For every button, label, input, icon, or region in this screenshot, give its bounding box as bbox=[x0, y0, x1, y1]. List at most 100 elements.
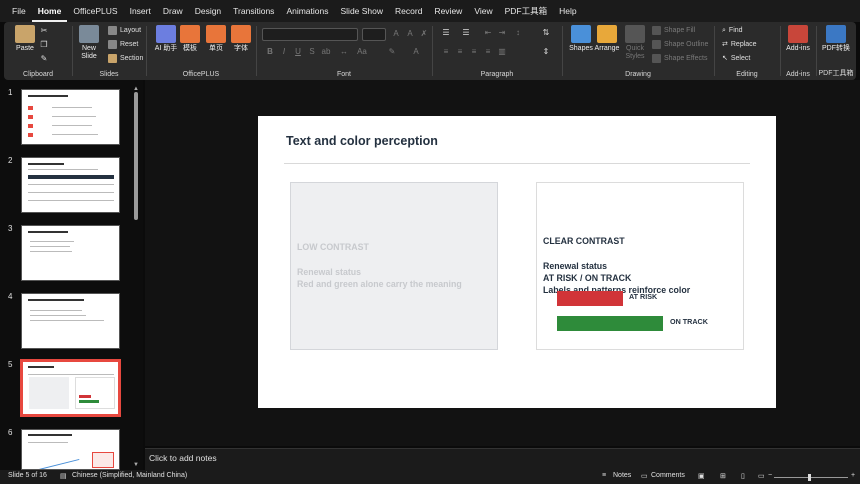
slides-group: New Slide Layout Reset Section Slides bbox=[72, 22, 146, 80]
thumb-line bbox=[30, 246, 70, 247]
increase-indent-icon[interactable]: ⇥ bbox=[496, 28, 508, 37]
paste-button[interactable]: Paste bbox=[10, 25, 40, 53]
pdf-group: PDF转换 PDF工具箱 bbox=[816, 22, 856, 80]
comments-toggle[interactable]: Comments bbox=[651, 472, 685, 479]
zoom-slider[interactable] bbox=[774, 477, 848, 478]
slide-thumbnail-4[interactable] bbox=[21, 293, 120, 349]
align-center-icon[interactable]: ≡ bbox=[454, 47, 466, 56]
menu-view[interactable]: View bbox=[468, 0, 498, 22]
thumb-line bbox=[28, 184, 114, 185]
columns-icon[interactable]: ▥ bbox=[496, 47, 508, 56]
slide-thumbnail-6[interactable] bbox=[21, 429, 120, 470]
slide-counter: Slide 5 of 16 bbox=[8, 472, 47, 479]
clear-format-icon[interactable]: ✗ bbox=[418, 29, 430, 38]
menu-draw[interactable]: Draw bbox=[157, 0, 189, 22]
font-size-field[interactable] bbox=[362, 28, 386, 41]
menu-animations[interactable]: Animations bbox=[280, 0, 334, 22]
char-spacing-icon[interactable]: ↔ bbox=[338, 47, 350, 56]
clear-contrast-panel[interactable]: CLEAR CONTRAST Renewal status AT RISK / … bbox=[536, 182, 744, 350]
thumb-number: 5 bbox=[8, 360, 13, 369]
menu-record[interactable]: Record bbox=[389, 0, 428, 22]
cut-icon[interactable]: ✂ bbox=[38, 26, 50, 35]
normal-view-icon[interactable]: ▣ bbox=[698, 472, 705, 480]
slide[interactable]: Text and color perception LOW CONTRAST R… bbox=[258, 116, 776, 408]
reset-button[interactable]: Reset bbox=[108, 39, 138, 51]
increase-font-icon[interactable]: A bbox=[390, 29, 402, 38]
spelling-icon[interactable]: ▤ bbox=[60, 472, 67, 480]
scroll-down-icon[interactable]: ▼ bbox=[133, 462, 139, 468]
align-left-icon[interactable]: ≡ bbox=[440, 47, 452, 56]
bullets-icon[interactable]: ☰ bbox=[440, 28, 452, 37]
zoom-slider-knob[interactable] bbox=[808, 474, 811, 481]
shadow-icon[interactable]: S bbox=[306, 47, 318, 56]
thumb-table-header bbox=[28, 175, 114, 179]
new-slide-button[interactable]: New Slide bbox=[74, 25, 104, 61]
menu-home[interactable]: Home bbox=[31, 0, 68, 22]
bold-icon[interactable]: B bbox=[264, 47, 276, 56]
thumb-line bbox=[28, 200, 114, 201]
copy-icon[interactable]: ❐ bbox=[38, 40, 50, 49]
shape-outline-button[interactable]: Shape Outline bbox=[652, 39, 708, 51]
scroll-thumb[interactable] bbox=[134, 92, 138, 220]
zoom-out-icon[interactable]: − bbox=[768, 472, 772, 479]
decrease-indent-icon[interactable]: ⇤ bbox=[482, 28, 494, 37]
select-label: Select bbox=[730, 55, 751, 62]
highlight-icon[interactable]: ✎ bbox=[386, 47, 398, 56]
numbering-icon[interactable]: ☰ bbox=[460, 28, 472, 37]
select-button[interactable]: ↖ Select bbox=[722, 53, 750, 65]
menu-help[interactable]: Help bbox=[553, 0, 582, 22]
shape-fill-button[interactable]: Shape Fill bbox=[652, 25, 695, 37]
slide-title[interactable]: Text and color perception bbox=[286, 134, 438, 148]
align-right-icon[interactable]: ≡ bbox=[468, 47, 480, 56]
find-button[interactable]: ⌕ Find bbox=[722, 25, 743, 37]
quick-styles-button[interactable]: Quick Styles bbox=[620, 25, 650, 61]
arrange-button[interactable]: Arrange bbox=[592, 25, 622, 53]
menu-transitions[interactable]: Transitions bbox=[227, 0, 280, 22]
font-tool-button[interactable]: 字体 bbox=[226, 25, 256, 53]
format-painter-icon[interactable]: ✎ bbox=[38, 54, 50, 63]
slide-thumbnail-2[interactable] bbox=[21, 157, 120, 213]
ai-label: AI 助手 bbox=[154, 45, 178, 52]
font-name-field[interactable] bbox=[262, 28, 358, 41]
align-text-icon[interactable]: ⇕ bbox=[540, 47, 552, 56]
arrange-icon bbox=[597, 25, 617, 43]
reading-view-icon[interactable]: ▯ bbox=[741, 472, 745, 480]
menu-officeplus[interactable]: OfficePLUS bbox=[67, 0, 123, 22]
layout-button[interactable]: Layout bbox=[108, 25, 141, 37]
addins-button[interactable]: Add-ins bbox=[783, 25, 813, 53]
layout-icon bbox=[108, 25, 117, 35]
italic-icon[interactable]: I bbox=[278, 47, 290, 56]
change-case-icon[interactable]: Aa bbox=[356, 47, 368, 56]
shape-effects-button[interactable]: Shape Effects bbox=[652, 53, 707, 65]
thumb-clear-panel bbox=[75, 377, 115, 409]
slide-show-icon[interactable]: ▭ bbox=[758, 472, 765, 480]
zoom-in-icon[interactable]: + bbox=[851, 472, 855, 479]
slide-thumbnail-3[interactable] bbox=[21, 225, 120, 281]
section-button[interactable]: Section bbox=[108, 53, 143, 65]
justify-icon[interactable]: ≡ bbox=[482, 47, 494, 56]
decrease-font-icon[interactable]: A bbox=[404, 29, 416, 38]
slide-thumbnail-1[interactable] bbox=[21, 89, 120, 145]
slide-sorter-icon[interactable]: ⊞ bbox=[720, 472, 726, 480]
thumbnail-scrollbar[interactable]: ▲ ▼ bbox=[133, 86, 139, 468]
notes-icon: ≡ bbox=[602, 472, 607, 479]
slide-thumbnail-5[interactable] bbox=[20, 359, 121, 417]
menu-pdf-toolbox[interactable]: PDF工具箱 bbox=[499, 0, 554, 22]
menu-file[interactable]: File bbox=[6, 0, 32, 22]
underline-icon[interactable]: U bbox=[292, 47, 304, 56]
pdf-convert-button[interactable]: PDF转换 bbox=[821, 25, 851, 53]
menu-design[interactable]: Design bbox=[189, 0, 227, 22]
notes-toggle[interactable]: Notes bbox=[613, 472, 631, 479]
font-color-icon[interactable]: A bbox=[410, 47, 422, 56]
low-contrast-panel[interactable]: LOW CONTRAST Renewal status Red and gree… bbox=[290, 182, 498, 350]
language-status[interactable]: Chinese (Simplified, Mainland China) bbox=[72, 472, 187, 479]
text-direction-icon[interactable]: ⇅ bbox=[540, 28, 552, 37]
notes-placeholder[interactable]: Click to add notes bbox=[149, 453, 217, 463]
menu-review[interactable]: Review bbox=[428, 0, 468, 22]
strikethrough-icon[interactable]: ab bbox=[320, 47, 332, 56]
menu-slide-show[interactable]: Slide Show bbox=[335, 0, 390, 22]
replace-button[interactable]: ⇄ Replace bbox=[722, 39, 757, 51]
notes-pane[interactable]: Click to add notes bbox=[145, 448, 860, 470]
menu-insert[interactable]: Insert bbox=[124, 0, 157, 22]
line-spacing-icon[interactable]: ↕ bbox=[512, 28, 524, 37]
